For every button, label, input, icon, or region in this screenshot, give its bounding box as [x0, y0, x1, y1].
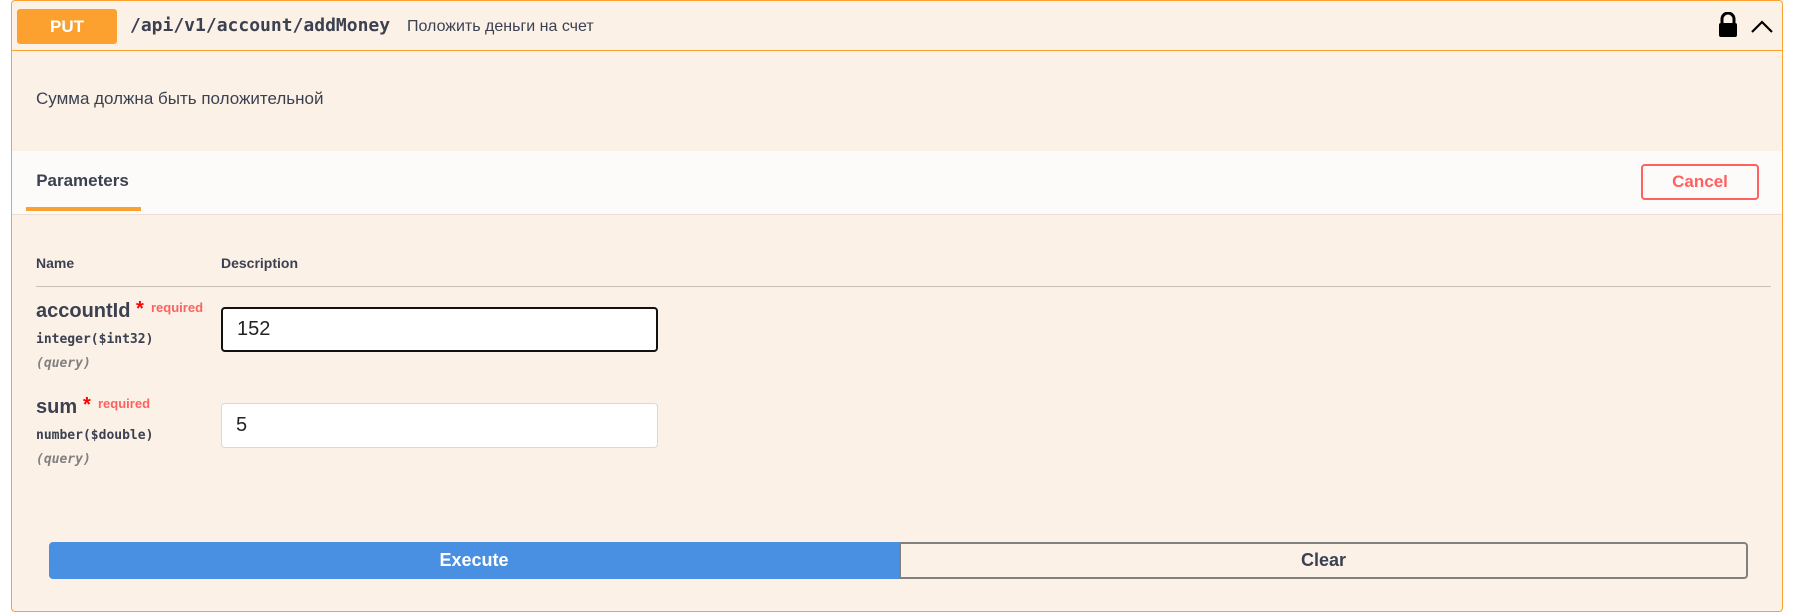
column-header-name: Name	[36, 255, 75, 271]
required-label: required	[151, 300, 204, 315]
parameters-header: Parameters Cancel	[12, 151, 1782, 215]
operation-summary[interactable]: PUT /api/v1/account/addMoney Положить де…	[12, 1, 1782, 51]
execute-button[interactable]: Execute	[49, 542, 899, 579]
column-header-description: Description	[221, 255, 299, 271]
operation-description: Сумма должна быть положительной	[36, 89, 324, 108]
cancel-button[interactable]: Cancel	[1641, 164, 1759, 200]
param-type: number($double)	[36, 428, 154, 443]
required-star: *	[136, 298, 144, 320]
param-name-sum: sum	[36, 396, 78, 418]
tab-parameters[interactable]: Parameters	[25, 151, 140, 211]
operation-summary-text: Положить деньги на счет	[407, 18, 594, 35]
lock-icon[interactable]	[1717, 12, 1739, 38]
http-method-badge: PUT	[17, 9, 117, 44]
param-type: integer($int32)	[36, 332, 154, 347]
operation-block: PUT /api/v1/account/addMoney Положить де…	[11, 0, 1783, 612]
required-label: required	[98, 396, 151, 411]
table-divider	[36, 286, 1771, 287]
chevron-up-icon[interactable]	[1749, 14, 1775, 38]
sum-input[interactable]	[221, 403, 658, 448]
param-name-accountid: accountId	[36, 300, 131, 322]
tab-active-indicator	[26, 207, 141, 211]
clear-button[interactable]: Clear	[899, 542, 1748, 579]
required-star: *	[83, 394, 91, 416]
endpoint-path: /api/v1/account/addMoney	[130, 15, 391, 36]
param-location: (query)	[36, 356, 91, 371]
accountid-input[interactable]	[221, 307, 658, 352]
param-location: (query)	[36, 452, 91, 467]
